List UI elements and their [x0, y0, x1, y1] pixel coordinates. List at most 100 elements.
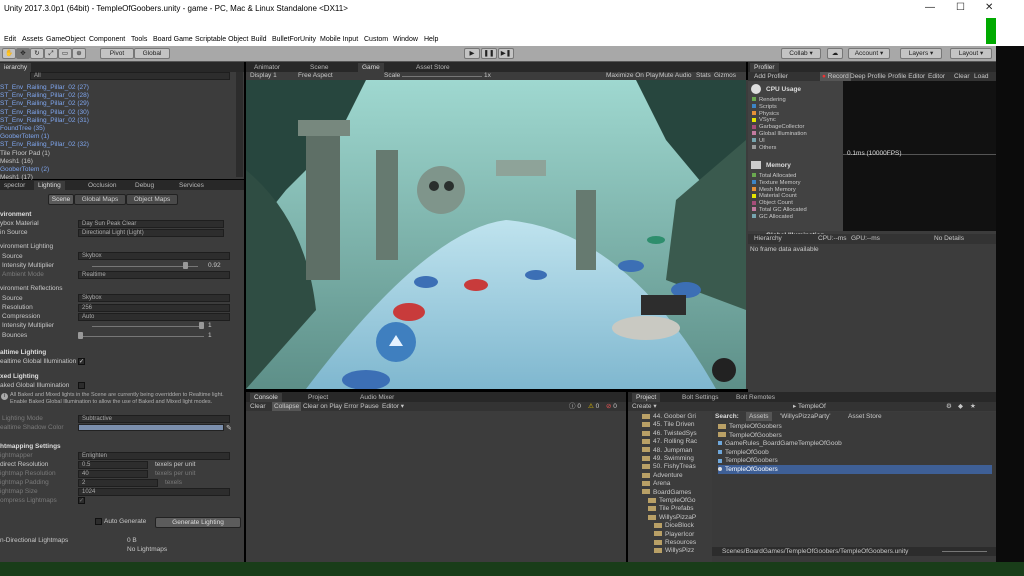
tab-inspector[interactable]: spector — [0, 181, 29, 190]
hierarchy-scrollbar[interactable] — [236, 72, 243, 177]
lighting-mode-dropdown[interactable]: Subtractive — [78, 415, 230, 423]
ambient-mode-dropdown[interactable]: Realtime — [78, 271, 230, 279]
deep-profile-toggle[interactable]: Deep Profile — [850, 72, 886, 81]
menu-gameobject[interactable]: GameObject — [46, 36, 85, 43]
lightmap-size-dropdown[interactable]: 1024 — [78, 488, 230, 496]
menu-board-game[interactable]: Board Game — [153, 36, 193, 43]
global-toggle[interactable]: Global — [134, 48, 170, 59]
game-viewport[interactable] — [246, 80, 746, 389]
reflection-source-dropdown[interactable]: Skybox — [78, 294, 230, 302]
add-profiler-dropdown[interactable]: Add Profiler — [754, 72, 788, 81]
layers-dropdown[interactable]: Layers ▾ — [900, 48, 942, 59]
baked-gi-checkbox[interactable] — [78, 382, 85, 389]
label-icon[interactable]: ◆ — [958, 402, 963, 411]
menu-custom[interactable]: Custom — [364, 36, 388, 43]
menu-tools[interactable]: Tools — [131, 36, 147, 43]
cloud-icon[interactable]: ☁ — [827, 48, 843, 59]
tab-audio-mixer[interactable]: Audio Mixer — [356, 393, 398, 402]
transform-tool-icon[interactable]: ⊕ — [72, 48, 86, 59]
subtab-object-maps[interactable]: Object Maps — [126, 194, 178, 205]
gizmos-dropdown[interactable]: Gizmos — [714, 71, 736, 80]
generate-lighting-button[interactable]: Generate Lighting — [155, 517, 241, 528]
tab-project[interactable]: Project — [632, 393, 661, 402]
maximize-button[interactable]: ☐ — [956, 2, 965, 13]
layout-dropdown[interactable]: Layout ▾ — [950, 48, 992, 59]
load-button[interactable]: Load — [974, 72, 988, 81]
editor-dropdown[interactable]: Editor — [928, 72, 945, 81]
skybox-field[interactable]: Day Sun Peak Clear — [78, 220, 224, 228]
warning-count[interactable]: ⚠ 0 — [588, 402, 599, 411]
bounces-knob[interactable] — [78, 332, 83, 339]
collapse-toggle[interactable]: Collapse — [272, 402, 302, 411]
rect-tool-icon[interactable]: ▭ — [58, 48, 72, 59]
hierarchy-search[interactable]: All — [30, 72, 230, 80]
filter-assets[interactable]: Assets — [746, 412, 772, 421]
console-editor-dropdown[interactable]: Editor ▾ — [382, 402, 404, 411]
display-dropdown[interactable]: Display 1 — [250, 71, 277, 80]
legend-item[interactable]: Others — [752, 145, 776, 152]
sun-source-field[interactable]: Directional Light (Light) — [78, 229, 224, 237]
filter-asset-store[interactable]: Asset Store — [848, 412, 882, 421]
bounces-value[interactable]: 1 — [208, 331, 212, 340]
memory-title[interactable]: Memory — [766, 161, 791, 170]
maximize-on-play-toggle[interactable]: Maximize On Play — [606, 71, 658, 80]
subtab-global-maps[interactable]: Global Maps — [74, 194, 126, 205]
star-icon[interactable]: ★ — [970, 402, 976, 411]
subtab-scene[interactable]: Scene — [48, 194, 74, 205]
hierarchy-dropdown[interactable]: Hierarchy — [754, 234, 782, 243]
no-details-dropdown[interactable]: No Details — [934, 234, 964, 243]
record-button[interactable]: ● Record — [820, 72, 851, 81]
tab-bolt-settings[interactable]: Bolt Settings — [678, 393, 723, 402]
compress-lightmaps-checkbox[interactable]: ✓ — [78, 497, 85, 504]
reflection-intensity-knob[interactable] — [199, 322, 204, 329]
realtime-gi-checkbox[interactable]: ✓ — [78, 358, 85, 365]
pivot-toggle[interactable]: Pivot — [100, 48, 134, 59]
profile-editor-toggle[interactable]: Profile Editor — [888, 72, 925, 81]
intensity-slider-knob[interactable] — [182, 262, 188, 269]
source-dropdown[interactable]: Skybox — [78, 252, 230, 260]
menu-bulletforunity[interactable]: BulletForUnity — [272, 36, 316, 43]
menu-window[interactable]: Window — [393, 36, 418, 43]
clear-on-play-toggle[interactable]: Clear on Play — [303, 402, 342, 411]
menu-help[interactable]: Help — [424, 36, 438, 43]
play-button[interactable]: ▶ — [464, 48, 480, 59]
menu-component[interactable]: Component — [89, 36, 125, 43]
tab-console[interactable]: Console — [250, 393, 282, 402]
pause-button[interactable]: ❚❚ — [481, 48, 497, 59]
create-dropdown[interactable]: Create ▾ — [632, 402, 657, 411]
tab-hierarchy[interactable]: ierarchy — [0, 63, 32, 72]
reflection-intensity-value[interactable]: 1 — [208, 321, 212, 330]
error-count[interactable]: ⊘ 0 — [606, 402, 617, 411]
folder-tree-item[interactable]: WillysPizz — [654, 546, 694, 555]
asset-item[interactable]: TempleOfGoobers — [718, 465, 992, 474]
log-count[interactable]: ⓘ 0 — [569, 402, 581, 411]
shadow-color-swatch[interactable] — [78, 424, 224, 431]
lightmap-padding-field[interactable]: 2 — [78, 479, 158, 487]
tab-bolt-remotes[interactable]: Bolt Remotes — [732, 393, 779, 402]
tab-game[interactable]: Game — [358, 63, 384, 72]
menu-build[interactable]: Build — [251, 36, 267, 43]
lightmap-resolution-field[interactable]: 40 — [78, 470, 148, 478]
tab-lighting[interactable]: Lighting — [34, 181, 65, 190]
menu-edit[interactable]: Edit — [4, 36, 16, 43]
indirect-resolution-field[interactable]: 0.5 — [78, 461, 148, 469]
account-dropdown[interactable]: Account ▾ — [848, 48, 890, 59]
bounces-track[interactable] — [78, 336, 204, 337]
stats-toggle[interactable]: Stats — [696, 71, 711, 80]
icon-size-slider[interactable] — [942, 551, 987, 552]
resolution-dropdown[interactable]: 256 — [78, 304, 230, 312]
compression-dropdown[interactable]: Auto — [78, 313, 230, 321]
menu-scriptable-object[interactable]: Scriptable Object — [195, 36, 248, 43]
reflection-intensity-track[interactable] — [92, 326, 204, 327]
aspect-dropdown[interactable]: Free Aspect — [298, 71, 333, 80]
collab-dropdown[interactable]: Collab ▾ — [781, 48, 821, 59]
tab-project-bottom[interactable]: Project — [304, 393, 332, 402]
move-tool-icon[interactable]: ✥ — [16, 48, 30, 59]
error-pause-toggle[interactable]: Error Pause — [344, 402, 379, 411]
cpu-usage-title[interactable]: CPU Usage — [766, 85, 801, 94]
filter-icon[interactable]: ⚙ — [946, 402, 952, 411]
tab-debug[interactable]: Debug — [131, 181, 158, 190]
step-button[interactable]: ▶❚ — [498, 48, 514, 59]
eyedropper-icon[interactable]: ✎ — [226, 424, 232, 432]
project-breadcrumb[interactable]: ▸ TempleOf — [793, 402, 826, 411]
